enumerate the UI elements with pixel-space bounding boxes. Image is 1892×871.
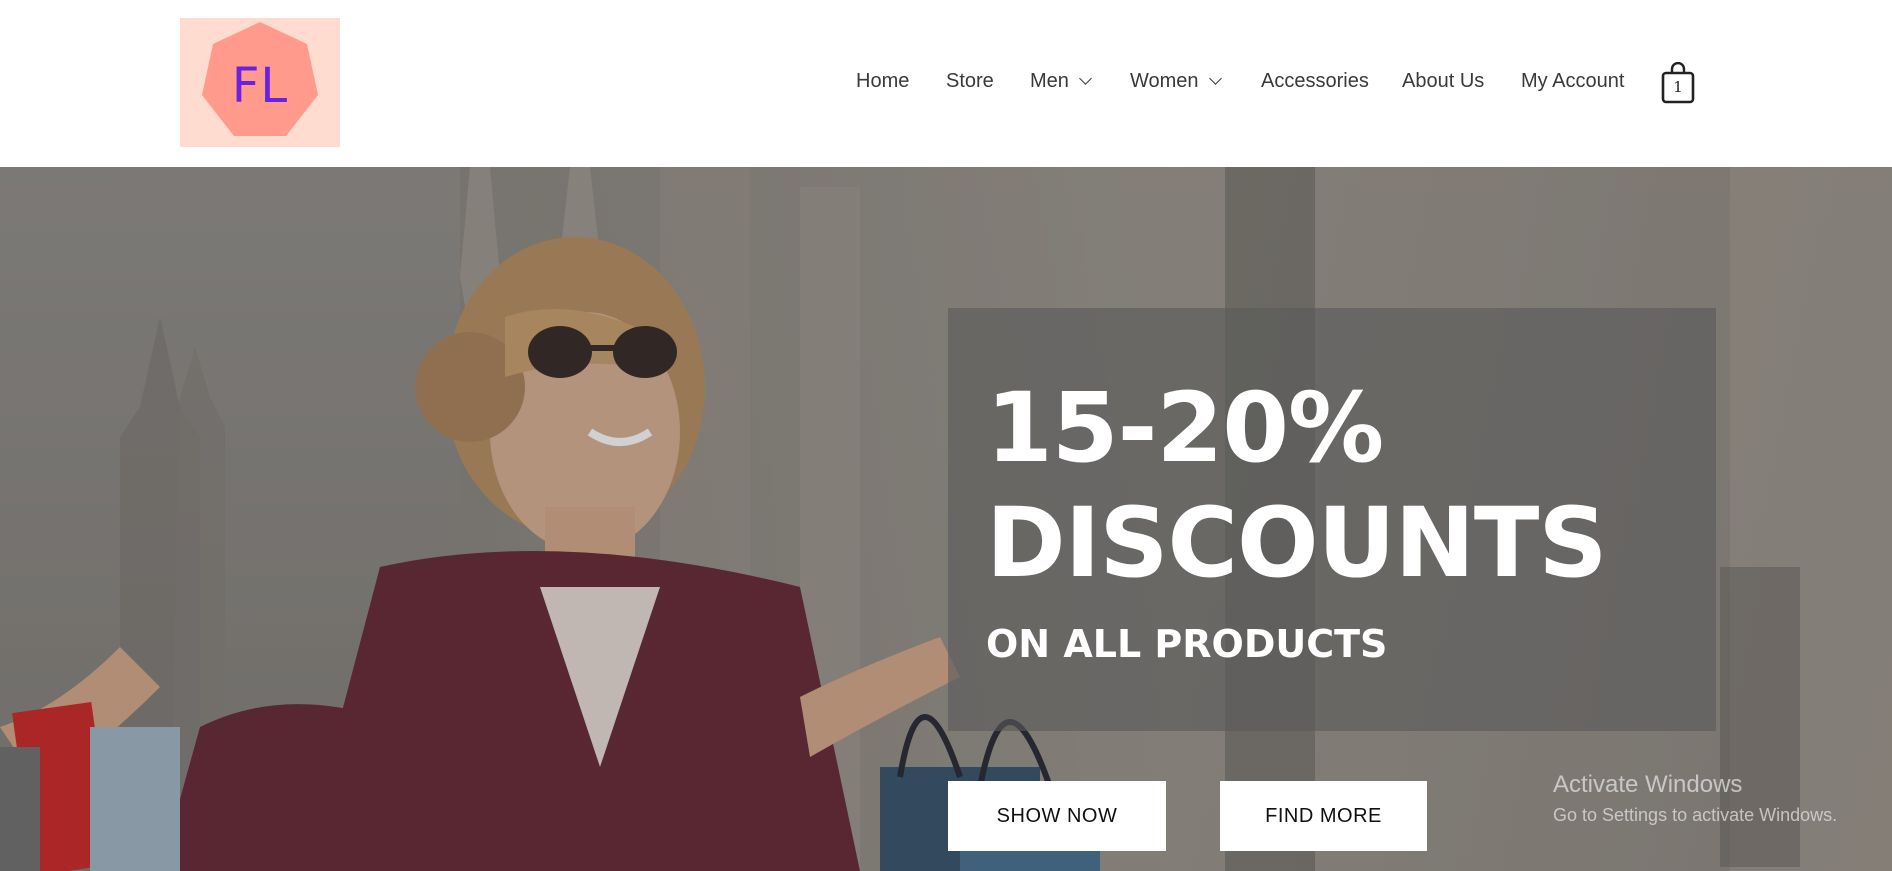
nav-men-label: Men <box>1030 70 1069 92</box>
promo-subheadline: ON ALL PRODUCTS <box>986 622 1388 666</box>
nav-accessories[interactable]: Accessories <box>1261 70 1369 93</box>
nav-men[interactable]: Men <box>1030 70 1092 93</box>
nav-my-account[interactable]: My Account <box>1521 70 1624 93</box>
cart-button[interactable]: 1 <box>1661 61 1695 104</box>
windows-activation-watermark: Activate Windows Go to Settings to activ… <box>1553 771 1837 826</box>
site-logo[interactable]: FL <box>180 18 340 147</box>
nav-about-us[interactable]: About Us <box>1402 70 1484 93</box>
chevron-down-icon <box>1208 72 1222 85</box>
cart-count-badge: 1 <box>1673 78 1683 96</box>
nav-women[interactable]: Women <box>1130 70 1222 93</box>
site-header: FL Home Store Men Women Accessories Abou… <box>0 0 1892 167</box>
chevron-down-icon <box>1079 72 1092 85</box>
promo-headline-discounts: DISCOUNTS <box>986 487 1608 599</box>
hero-banner: 15-20% DISCOUNTS ON ALL PRODUCTS SHOW NO… <box>0 167 1892 871</box>
logo-text: FL <box>231 58 289 114</box>
nav-home[interactable]: Home <box>856 70 909 93</box>
watermark-subtitle: Go to Settings to activate Windows. <box>1553 805 1838 825</box>
nav-women-label: Women <box>1130 70 1199 92</box>
promo-headline-percent: 15-20% <box>986 372 1384 484</box>
show-now-button[interactable]: SHOW NOW <box>948 781 1166 851</box>
find-more-button[interactable]: FIND MORE <box>1220 781 1427 851</box>
watermark-title: Activate Windows <box>1553 771 1743 798</box>
nav-store[interactable]: Store <box>946 70 994 93</box>
